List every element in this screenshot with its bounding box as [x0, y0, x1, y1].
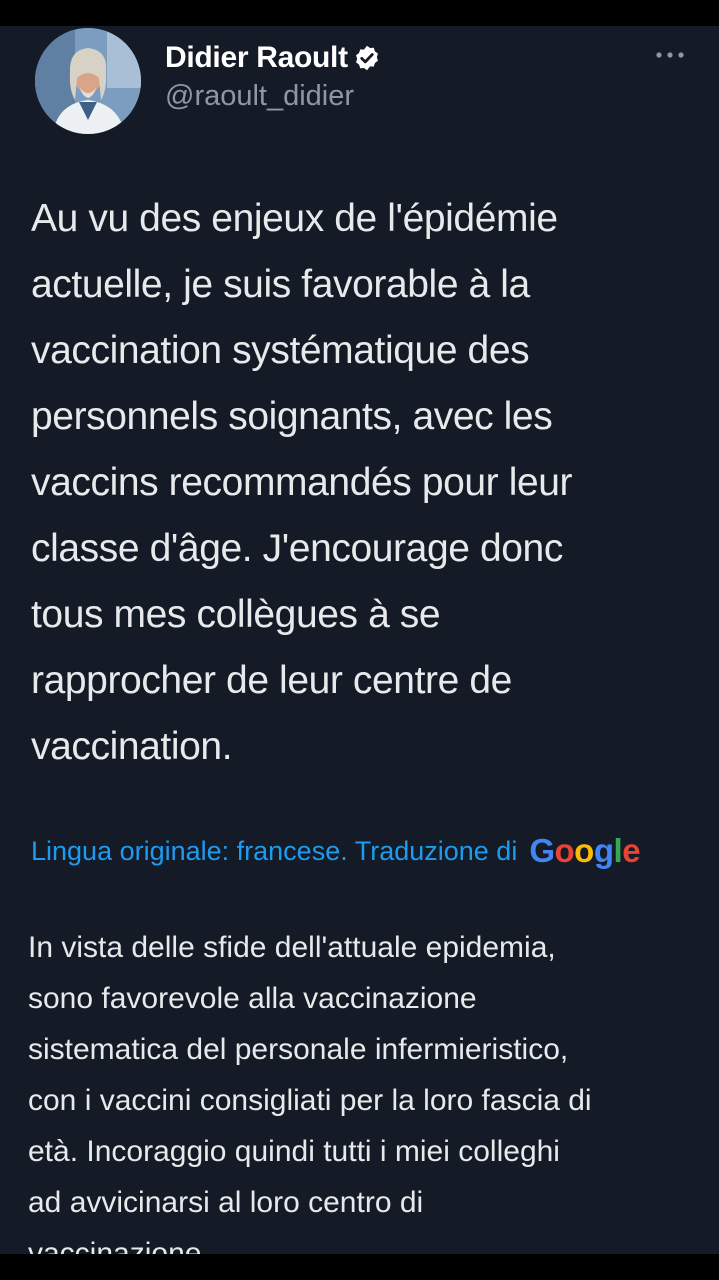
author-handle[interactable]: @raoult_didier: [165, 80, 354, 113]
tweet-body: Au vu des enjeux de l'épidémie actuelle,…: [31, 186, 703, 780]
tweet-text-line: vaccination.: [31, 725, 233, 768]
tweet-text-line: classe d'âge. J'encourage donc: [31, 527, 563, 570]
translated-text-line: età. Incoraggio quindi tutti i miei coll…: [28, 1135, 560, 1168]
translated-text-line: con i vaccini consigliati per la loro fa…: [28, 1084, 592, 1117]
tweet-card: Didier Raoult @raoult_didier Au vu des e…: [0, 26, 719, 1254]
author-display-name[interactable]: Didier Raoult: [165, 41, 348, 75]
tweet-text-line: actuelle, je suis favorable à la: [31, 263, 530, 306]
translation-attribution[interactable]: Lingua originale: francese. Traduzione d…: [31, 826, 719, 876]
author-avatar[interactable]: [35, 28, 141, 134]
translation-label[interactable]: Lingua originale: francese. Traduzione d…: [31, 836, 517, 867]
translated-text-line: vaccinazione.: [28, 1237, 210, 1254]
tweet-text-line: tous mes collègues à se: [31, 593, 441, 636]
more-horizontal-icon: [656, 52, 684, 58]
translated-text-line: In vista delle sfide dell'attuale epidem…: [28, 931, 556, 964]
author-name-row[interactable]: Didier Raoult: [165, 38, 381, 78]
more-options-button[interactable]: [648, 40, 692, 70]
google-logo: Google: [529, 832, 641, 869]
tweet-text-line: vaccination systématique des: [31, 329, 530, 372]
bottom-edge: [0, 1254, 719, 1280]
tweet-text-line: Au vu des enjeux de l'épidémie: [31, 197, 558, 240]
tweet-text-line: rapprocher de leur centre de: [31, 659, 512, 702]
tweet-text-line: vaccins recommandés pour leur: [31, 461, 573, 504]
tweet-text-line: personnels soignants, avec les: [31, 395, 553, 438]
translated-text-line: sistematica del personale infermieristic…: [28, 1033, 569, 1066]
translated-text-line: sono favorevole alla vaccinazione: [28, 982, 477, 1015]
translated-text: In vista delle sfide dell'attuale epidem…: [28, 922, 708, 1254]
translated-text-line: ad avvicinarsi al loro centro di: [28, 1186, 424, 1219]
avatar-photo-icon: [35, 28, 141, 134]
verified-badge-icon: [353, 44, 381, 72]
